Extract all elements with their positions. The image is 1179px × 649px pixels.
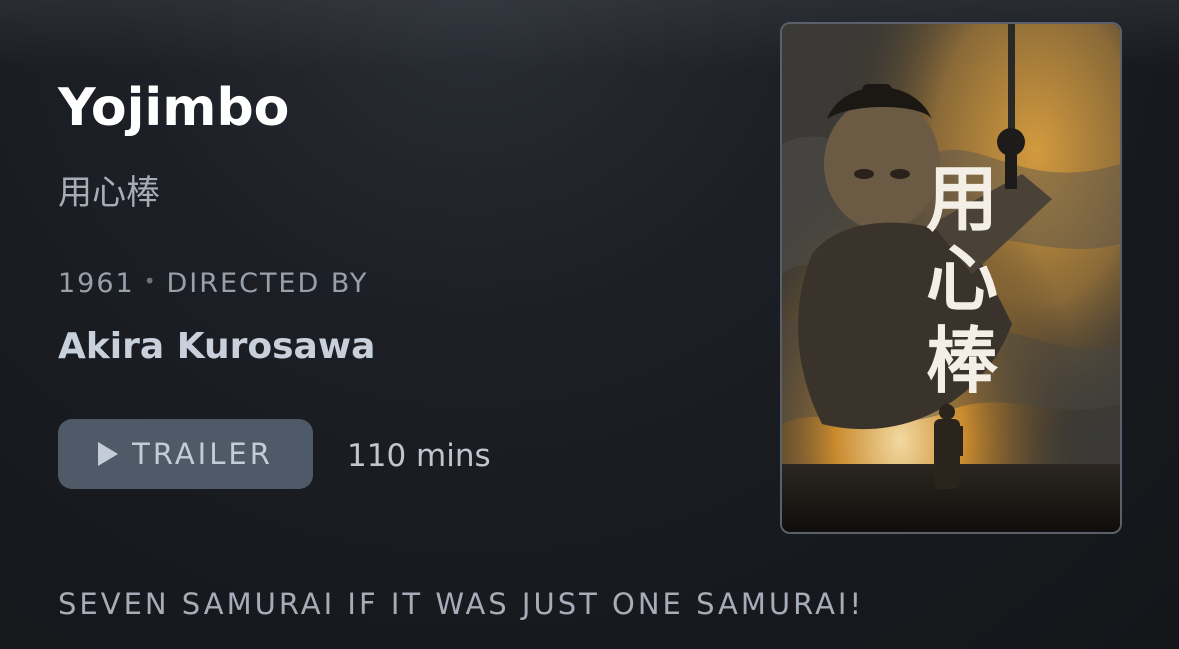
runtime: 110 mins — [347, 438, 491, 474]
play-icon — [98, 442, 119, 466]
separator-dot: • — [143, 269, 158, 293]
film-title: Yojimbo — [58, 78, 290, 138]
film-poster[interactable]: 用 心 棒 — [780, 22, 1122, 534]
trailer-button[interactable]: TRAILER — [58, 419, 313, 489]
directed-by-label: DIRECTED BY — [166, 268, 369, 299]
poster-calligraphy-1: 用 — [926, 156, 998, 241]
release-year: 1961 — [58, 268, 135, 299]
director-name[interactable]: Akira Kurosawa — [58, 324, 375, 370]
review-tagline: SEVEN SAMURAI IF IT WAS JUST ONE SAMURAI… — [58, 587, 865, 621]
film-detail-page: Yojimbo 用心棒 1961 • DIRECTED BY Akira Kuros… — [0, 0, 1179, 649]
original-title: 用心棒 — [58, 173, 160, 213]
poster-calligraphy-2: 心 — [926, 236, 998, 321]
poster-artwork: 用 心 棒 — [782, 24, 1120, 532]
trailer-button-label: TRAILER — [132, 437, 273, 471]
poster-calligraphy-3: 棒 — [926, 318, 999, 403]
release-meta: 1961 • DIRECTED BY — [58, 266, 368, 303]
